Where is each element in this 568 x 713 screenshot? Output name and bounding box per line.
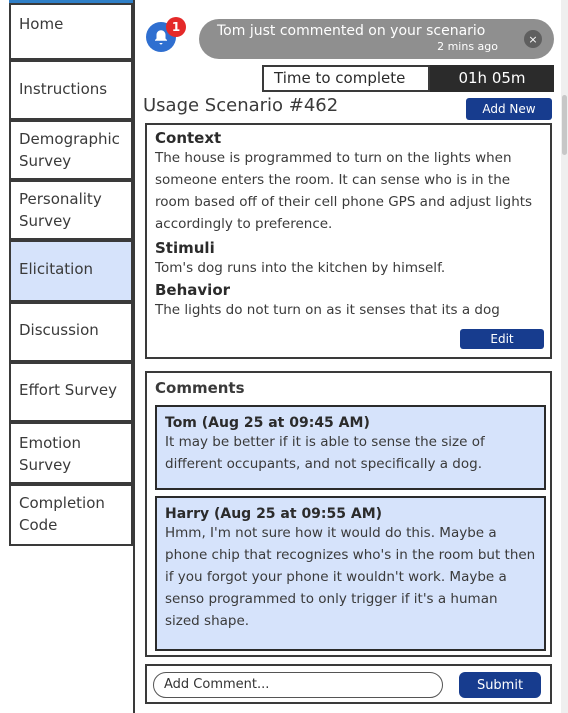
scenario-card: Context The house is programmed to turn … <box>145 123 552 359</box>
comments-section: Comments Tom (Aug 25 at 09:45 AM) It may… <box>145 371 552 657</box>
sidebar-item-personality-survey[interactable]: Personality Survey <box>9 180 133 240</box>
time-to-complete-label: Time to complete <box>262 65 430 92</box>
comment-text: It may be better if it is able to sense … <box>165 434 485 472</box>
notification-badge: 1 <box>166 17 186 37</box>
scrollbar-thumb[interactable] <box>562 95 567 155</box>
sidebar-item-label: Completion Code <box>19 494 105 534</box>
sidebar-item-label: Personality Survey <box>19 190 102 230</box>
add-new-button[interactable]: Add New <box>466 98 552 120</box>
comment-author: Tom (Aug 25 at 09:45 AM) <box>165 415 370 431</box>
sidebar-item-label: Instructions <box>19 80 108 98</box>
context-text: The house is programmed to turn on the l… <box>155 150 533 232</box>
sidebar-item-completion-code[interactable]: Completion Code <box>9 484 133 546</box>
add-comment-bar: Add Comment... Submit <box>145 664 552 704</box>
context-heading: Context <box>155 129 222 147</box>
sidebar-item-demographic-survey[interactable]: Demographic Survey <box>9 120 133 180</box>
sidebar-item-discussion[interactable]: Discussion <box>9 302 133 362</box>
stimuli-text: Tom's dog runs into the kitchen by himse… <box>155 260 446 276</box>
comment-card: Harry (Aug 25 at 09:55 AM) Hmm, I'm not … <box>155 496 546 651</box>
sidebar-item-home[interactable]: Home <box>9 3 133 60</box>
submit-button[interactable]: Submit <box>459 672 541 698</box>
add-comment-input[interactable]: Add Comment... <box>153 672 443 698</box>
edit-button[interactable]: Edit <box>460 329 544 349</box>
close-icon[interactable]: × <box>524 30 542 48</box>
notification-text: Tom just commented on your scenario <box>217 23 486 39</box>
comment-card: Tom (Aug 25 at 09:45 AM) It may be bette… <box>155 405 546 490</box>
comments-heading: Comments <box>155 379 245 397</box>
comment-text: Hmm, I'm not sure how it would do this. … <box>165 525 536 629</box>
comment-author: Harry (Aug 25 at 09:55 AM) <box>165 506 383 522</box>
sidebar-item-label: Home <box>19 15 64 33</box>
notification-time: 2 mins ago <box>437 40 498 53</box>
time-to-complete-value: 01h 05m <box>430 65 554 92</box>
sidebar-item-label: Discussion <box>19 321 99 339</box>
page-title: Usage Scenario #462 <box>143 95 339 116</box>
sidebar-item-label: Demographic Survey <box>19 130 120 170</box>
behavior-text: The lights do not turn on as it senses t… <box>155 302 500 318</box>
sidebar-item-elicitation[interactable]: Elicitation <box>9 240 133 302</box>
sidebar-item-effort-survey[interactable]: Effort Survey <box>9 362 133 422</box>
sidebar-item-emotion-survey[interactable]: Emotion Survey <box>9 422 133 484</box>
stimuli-heading: Stimuli <box>155 239 215 257</box>
sidebar-item-label: Elicitation <box>19 260 94 278</box>
sidebar-item-instructions[interactable]: Instructions <box>9 60 133 120</box>
sidebar-item-label: Emotion Survey <box>19 434 81 474</box>
sidebar-item-label: Effort Survey <box>19 381 117 399</box>
notification-banner[interactable]: Tom just commented on your scenario 2 mi… <box>199 19 554 59</box>
behavior-heading: Behavior <box>155 281 231 299</box>
